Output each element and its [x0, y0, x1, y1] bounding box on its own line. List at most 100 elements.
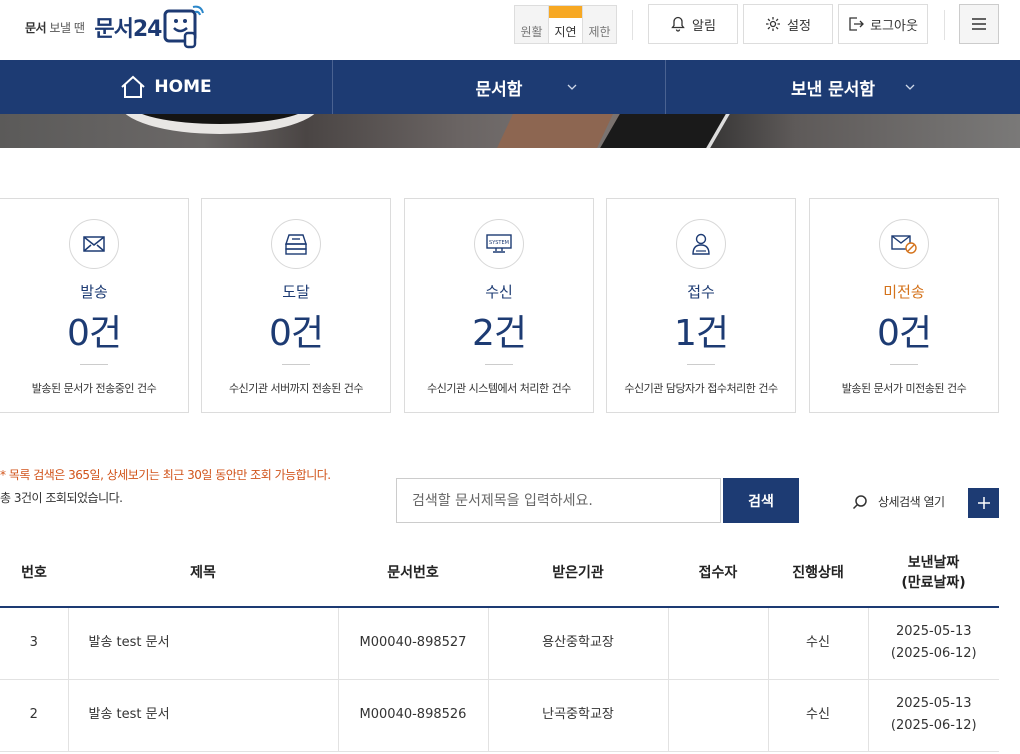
stat-divider [80, 364, 108, 365]
stat-description: 수신기관 담당자가 접수처리한 건수 [624, 382, 778, 395]
gear-icon [766, 17, 781, 31]
cell-sent-date: 2025-05-13 [895, 624, 972, 640]
cell-title-link[interactable]: 발송 test 문서 [67, 679, 338, 752]
logout-button[interactable]: 로그아웃 [838, 4, 928, 44]
logo-text: 문서24 [94, 17, 162, 42]
cell-organization: 난곡중학교장 [487, 679, 668, 752]
plus-icon[interactable] [968, 488, 999, 518]
cell-expire-date: (2025-06-12) [890, 646, 977, 662]
search-icon [852, 494, 867, 509]
banner-phone [600, 114, 730, 148]
stat-card-unsent: 미전송 0건 발송된 문서가 미전송된 건수 [809, 198, 999, 413]
search-notice: * 목록 검색은 365일, 상세보기는 최근 30일 동안만 조회 가능합니다… [0, 468, 331, 482]
header-divider [944, 10, 945, 40]
hamburger-menu-button[interactable] [959, 4, 999, 44]
server-icon [271, 219, 321, 269]
nav-sent[interactable]: 보낸 문서함 [665, 60, 1020, 114]
stat-description: 수신기관 시스템에서 처리한 건수 [427, 382, 571, 395]
col-status[interactable]: 진행상태 [768, 537, 868, 608]
cell-number: 3 [0, 607, 68, 680]
stat-description: 발송된 문서가 전송중인 건수 [31, 382, 157, 395]
speed-indicator: 원활 지연 제한 [514, 5, 617, 44]
stat-count: 1건 [673, 313, 729, 354]
col-number[interactable]: 번호 [0, 537, 68, 608]
stat-count: 0건 [268, 313, 324, 354]
stat-card-delivered: 도달 0건 수신기관 서버까지 전송된 건수 [201, 198, 391, 413]
stat-card-sent: 발송 0건 발송된 문서가 전송중인 건수 [0, 198, 189, 413]
nav-inbox-label: 문서함 [475, 79, 523, 100]
stat-card-received: SYSTEM 수신 2건 수신기관 시스템에서 처리한 건수 [404, 198, 594, 413]
stat-divider [687, 364, 715, 365]
col-doc-number[interactable]: 문서번호 [338, 537, 488, 608]
chevron-down-icon [905, 84, 915, 90]
main-nav: HOME 문서함 보낸 문서함 [0, 60, 1020, 114]
table-row[interactable]: 3 발송 test 문서 M00040-898527 용산중학교장 수신 202… [0, 607, 999, 680]
advanced-search-label: 상세검색 열기 [878, 495, 945, 509]
search-input[interactable] [396, 478, 721, 523]
cell-number: 2 [0, 679, 68, 752]
stat-label: 발송 [80, 283, 108, 301]
logo-tagline: 문서 보낼 땐 [25, 20, 85, 35]
advanced-search-toggle[interactable]: 상세검색 열기 [852, 493, 945, 510]
cell-receiver [667, 679, 768, 752]
settings-label: 설정 [787, 18, 811, 34]
stat-count: 0건 [66, 313, 122, 354]
stat-divider [282, 364, 310, 365]
col-title[interactable]: 제목 [68, 537, 338, 608]
nav-home[interactable]: HOME [0, 60, 332, 114]
result-count: 총 3건이 조회되었습니다. [0, 491, 123, 505]
person-icon [676, 219, 726, 269]
alert-button[interactable]: 알림 [648, 4, 738, 44]
speed-limited: 제한 [588, 25, 611, 39]
cell-doc-number: M00040-898527 [337, 607, 488, 680]
nav-home-label: HOME [154, 77, 212, 97]
logout-label: 로그아웃 [870, 18, 918, 34]
home-icon [121, 75, 146, 98]
col-organization[interactable]: 받은기관 [488, 537, 668, 608]
bell-icon [671, 16, 685, 32]
table-header-row: 번호 제목 문서번호 받은기관 접수자 진행상태 보낸날짜 (만료날짜) [0, 537, 999, 608]
stat-card-accepted: 접수 1건 수신기관 담당자가 접수처리한 건수 [606, 198, 796, 413]
header-divider [632, 10, 633, 40]
cell-expire-date: (2025-06-12) [890, 718, 977, 733]
banner-coffee-cup [120, 114, 320, 134]
logo-mascot-icon [163, 5, 205, 49]
cell-status: 수신 [767, 607, 868, 680]
cell-sent-date: 2025-05-13 [895, 696, 972, 711]
col-date[interactable]: 보낸날짜 (만료날짜) [868, 537, 999, 608]
stat-description: 발송된 문서가 미전송된 건수 [841, 382, 967, 395]
hamburger-icon [972, 18, 986, 30]
system-monitor-icon: SYSTEM [474, 219, 524, 269]
cell-status: 수신 [767, 679, 868, 752]
col-receiver[interactable]: 접수자 [668, 537, 768, 608]
cell-doc-number: M00040-898526 [337, 679, 488, 752]
speed-smooth: 원활 [520, 25, 543, 39]
nav-sent-label: 보낸 문서함 [790, 79, 876, 100]
stat-label: 접수 [687, 283, 715, 301]
banner-image [0, 114, 1020, 148]
cell-receiver [667, 607, 768, 680]
settings-button[interactable]: 설정 [743, 4, 833, 44]
stat-divider [485, 364, 513, 365]
envelope-icon [69, 219, 119, 269]
site-logo[interactable]: 문서 보낼 땐 문서24 [25, 4, 207, 50]
stat-divider [890, 364, 918, 365]
banner-notebook [497, 114, 613, 148]
table-row[interactable]: 2 발송 test 문서 M00040-898526 난곡중학교장 수신 202… [0, 679, 999, 752]
logout-icon [849, 17, 864, 31]
document-table: 번호 제목 문서번호 받은기관 접수자 진행상태 보낸날짜 (만료날짜) 3 발송… [0, 537, 999, 752]
alert-label: 알림 [692, 18, 716, 34]
cell-title-link[interactable]: 발송 test 문서 [67, 607, 338, 680]
stat-description: 수신기관 서버까지 전송된 건수 [228, 382, 364, 395]
cell-date: 2025-05-13 (2025-06-12) [867, 679, 999, 752]
stat-label: 수신 [485, 283, 513, 301]
search-button[interactable]: 검색 [723, 478, 799, 523]
envelope-blocked-icon [879, 219, 929, 269]
header: 문서 보낼 땐 문서24 원활 지연 제한 알림 설정 로그아웃 [0, 0, 1020, 60]
stat-label: 도달 [282, 283, 310, 301]
stat-count: 2건 [471, 313, 527, 354]
stat-label: 미전송 [883, 283, 925, 301]
cell-date: 2025-05-13 (2025-06-12) [867, 607, 999, 680]
col-date-expire: (만료날짜) [901, 574, 966, 591]
nav-inbox[interactable]: 문서함 [332, 60, 665, 114]
